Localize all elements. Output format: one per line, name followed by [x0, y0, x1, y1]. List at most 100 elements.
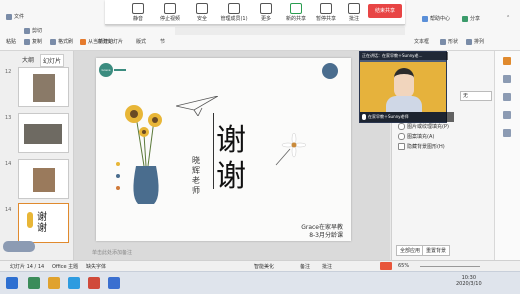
pause-icon [320, 3, 332, 14]
wps-icon[interactable] [88, 277, 100, 289]
animation-icon[interactable] [503, 93, 511, 101]
format-painter-button[interactable]: 格式刷 [50, 38, 73, 45]
brush-icon [50, 38, 56, 45]
zoom-slider[interactable] [420, 266, 480, 267]
slide-thumbnail[interactable] [18, 67, 69, 107]
arrange-button[interactable]: 排列 [466, 38, 484, 45]
stop-video-button[interactable]: 停止视频 [155, 1, 185, 23]
sunflower-vase-image [125, 105, 162, 204]
security-button[interactable]: 安全 [187, 1, 217, 23]
participant-face [394, 68, 414, 98]
textbox-button[interactable]: 文本框 [414, 38, 429, 45]
share-button[interactable]: 分享 [462, 15, 480, 22]
notes-placeholder[interactable]: 单击此处添加备注 [92, 249, 132, 256]
zoom-app-icon[interactable] [108, 277, 120, 289]
slide-caption: Grace在家早教 8-3月分龄课 [288, 224, 343, 240]
title-char-1: 谢 [216, 123, 246, 158]
caption-line-1: Grace在家早教 [301, 224, 343, 231]
end-share-button[interactable]: 结束共享 [368, 4, 402, 18]
manage-participants-button[interactable]: 管理成员(1) [217, 1, 251, 23]
meeting-toolbar: 静音 停止视频 安全 管理成员(1) 更多 新的共享 暂停共享 批注 结束共享 [105, 0, 405, 25]
more-button[interactable]: 更多 [251, 1, 281, 23]
smart-beautify-button[interactable]: 智能美化 [254, 263, 274, 270]
add-slide-button[interactable] [3, 241, 35, 252]
mute-button[interactable]: 静音 [123, 1, 153, 23]
theme-name: Office 主题 [52, 264, 79, 270]
play-slideshow-icon[interactable] [380, 262, 392, 270]
participant-name-text: 在家早教＋Sunny老师 [368, 114, 409, 119]
share-screen-icon [290, 3, 302, 14]
arrange-icon [466, 38, 472, 45]
pattern-fill-option[interactable]: 图案填充(A) [398, 133, 434, 140]
transition-icon[interactable] [503, 111, 511, 119]
divider-line [213, 113, 214, 189]
right-side-toolbar [494, 51, 520, 260]
microphone-icon [362, 114, 366, 120]
checkbox-icon [398, 143, 405, 150]
play-icon [80, 38, 86, 45]
notes-button[interactable]: 备注 [300, 263, 310, 270]
comment-button[interactable]: 批注 [322, 263, 332, 270]
daisy-flower-image [275, 133, 306, 166]
slide-number: 14 [5, 161, 12, 167]
browser-icon[interactable] [68, 277, 80, 289]
settings-icon[interactable] [503, 129, 511, 137]
pause-share-button[interactable]: 暂停共享 [311, 1, 341, 23]
cut-button[interactable]: 剪切 [24, 27, 42, 34]
slide-thumbnail[interactable] [18, 159, 69, 199]
radio-icon [398, 133, 405, 140]
apply-all-button[interactable]: 全部应用 [396, 245, 425, 256]
teacher-name: 晓辉老师 [192, 156, 200, 195]
clock[interactable]: 10:30 2020/3/10 [456, 275, 482, 287]
video-window[interactable]: 正在讲话：在家早教＋Sunny老… 在家早教＋Sunny老师 [359, 51, 454, 123]
picture-fill-option[interactable]: 图片或纹理填充(P) [398, 123, 449, 130]
decor-circle [322, 63, 338, 79]
slide-number: 14 [5, 207, 12, 213]
pen-icon [348, 3, 360, 14]
property-icon[interactable] [503, 57, 511, 65]
new-slide-button[interactable]: 新建幻灯片 [98, 38, 123, 45]
shape-button[interactable]: 形状 [440, 38, 458, 45]
title-char-2: 谢 [216, 159, 246, 194]
camera-icon [164, 3, 176, 14]
copy-button[interactable]: 复制 [24, 38, 42, 45]
microphone-icon [132, 3, 144, 14]
start-icon[interactable] [6, 277, 18, 289]
current-slide[interactable]: Grace 谢 谢 晓辉老师 Grace在家早教 8-3月分龄课 [96, 58, 351, 241]
missing-font-button[interactable]: 缺失字体 [86, 263, 106, 270]
slide-thumbnail-panel: 大纲 幻灯片 12 13 14 14 谢谢 [0, 51, 74, 260]
help-icon [422, 15, 428, 22]
help-button[interactable]: 帮助中心 [422, 15, 450, 22]
design-icon[interactable] [503, 75, 511, 83]
layout-button[interactable]: 版式 [136, 38, 146, 45]
slide-number: 12 [5, 69, 12, 75]
slide-counter: 幻灯片 14 / 14 [10, 264, 45, 270]
participant-body [386, 96, 422, 112]
radio-icon [398, 123, 405, 130]
people-icon [228, 3, 240, 14]
file-menu[interactable]: 文件 [6, 13, 24, 20]
more-icon [260, 3, 272, 14]
scissors-icon [24, 27, 30, 34]
slide-thumbnail-current[interactable]: 谢谢 [18, 203, 69, 243]
section-button[interactable]: 节 [160, 38, 165, 45]
paper-plane-icon [176, 96, 218, 116]
ribbon-font-area [175, 27, 405, 35]
collapse-ribbon-button[interactable]: ⌃ [506, 15, 510, 21]
clock-date: 2020/3/10 [456, 281, 482, 287]
copy-icon [24, 38, 30, 45]
logo-stripe [114, 69, 126, 71]
app-icon[interactable] [28, 277, 40, 289]
annotate-button[interactable]: 批注 [339, 1, 369, 23]
paste-button[interactable]: 粘贴 [6, 38, 16, 45]
folder-icon[interactable] [48, 277, 60, 289]
reset-background-button[interactable]: 重置背景 [422, 245, 451, 256]
tab-slides[interactable]: 幻灯片 [40, 54, 65, 67]
decor-dot [116, 162, 120, 166]
hide-background-option[interactable]: 隐藏背景图形(H) [398, 143, 445, 150]
tab-outline[interactable]: 大纲 [22, 55, 34, 64]
fill-color-select[interactable]: 无 [460, 91, 492, 101]
slide-thumbnail[interactable] [18, 113, 69, 153]
slide-title: 谢 谢 [216, 123, 246, 195]
new-share-button[interactable]: 新的共享 [281, 1, 311, 23]
